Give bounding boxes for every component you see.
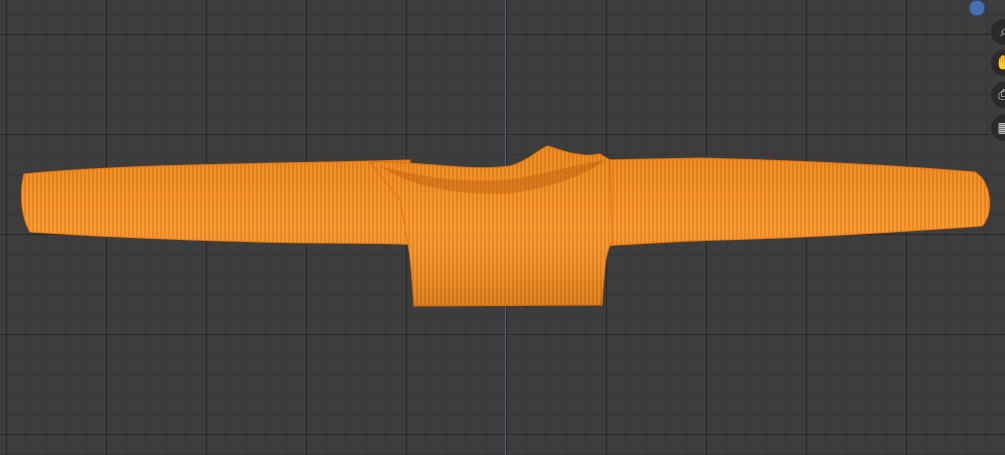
gizmo-axis-dot[interactable]	[969, 0, 985, 16]
pan-hand-glyph: ✋	[995, 55, 1005, 71]
camera-view-glyph: ⎙	[998, 87, 1005, 103]
3d-viewport[interactable]: ⌕ ✋ ⎙ ▦	[0, 0, 1005, 455]
zoom-glyph: ⌕	[1000, 24, 1005, 40]
grid-toggle-glyph: ▦	[997, 120, 1005, 136]
sweater-mesh[interactable]	[0, 0, 1005, 455]
mesh-shading	[21, 146, 990, 306]
